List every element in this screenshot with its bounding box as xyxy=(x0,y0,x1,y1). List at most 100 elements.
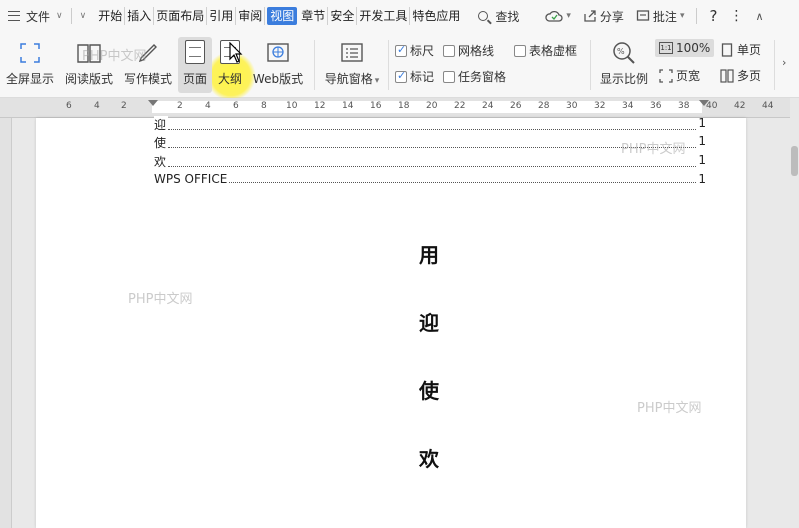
tab-chapter[interactable]: 章节 xyxy=(299,7,329,25)
ruler-tick: 22 xyxy=(454,101,466,111)
search-label: 查找 xyxy=(495,9,520,24)
body-character: 欢 xyxy=(419,447,439,471)
search-button[interactable]: 查找 xyxy=(478,8,519,25)
body-character: 使 xyxy=(419,379,439,403)
task-pane-checkbox[interactable]: 任务窗格 xyxy=(443,68,506,85)
vertical-ruler[interactable] xyxy=(0,118,12,528)
page-width-icon xyxy=(659,68,673,83)
toc-leader xyxy=(229,172,697,183)
toc-leader xyxy=(168,153,697,167)
checkbox-checked xyxy=(395,43,407,57)
single-page-button[interactable]: 单页 xyxy=(720,41,761,58)
zoom-100-label: 100% xyxy=(676,41,711,55)
ruler-tick: 28 xyxy=(538,101,550,111)
page-icon xyxy=(182,40,208,66)
share-icon xyxy=(584,10,596,22)
marks-label: 标记 xyxy=(410,70,435,84)
toc-leader xyxy=(168,116,697,130)
tab-developer[interactable]: 开发工具 xyxy=(357,7,411,25)
zoom-100-button[interactable]: 1:1 100% xyxy=(655,39,715,57)
single-page-icon xyxy=(721,42,733,57)
single-page-label: 单页 xyxy=(737,43,762,57)
right-indent-marker[interactable] xyxy=(699,100,709,106)
checkbox-checked xyxy=(395,69,407,83)
tab-view[interactable]: 视图 xyxy=(267,7,298,25)
ruler-checkbox[interactable]: 标尺 xyxy=(395,42,434,59)
web-layout-button[interactable]: Web版式 xyxy=(250,40,306,87)
quick-access-chevron-icon[interactable]: ∨ xyxy=(80,11,87,21)
fullscreen-button[interactable]: 全屏显示 xyxy=(4,40,56,87)
table-gridlines-checkbox[interactable]: 表格虚框 xyxy=(514,42,577,59)
tab-security[interactable]: 安全 xyxy=(328,7,358,25)
ruler-tick: 42 xyxy=(734,101,746,111)
ribbon-view: 全屏显示 阅读版式 写作模式 页面 大纲 Web版式 导航窗格 ▾ ✓ 标尺 网… xyxy=(0,32,799,100)
vertical-scrollbar[interactable] xyxy=(790,98,799,528)
gridlines-checkbox[interactable]: 网格线 xyxy=(443,42,494,59)
left-indent-marker[interactable] xyxy=(148,100,158,106)
comment-button[interactable]: 批注 ▾ xyxy=(636,8,685,25)
ruler-tick: 8 xyxy=(261,101,267,111)
zoom-ratio-label: 显示比例 xyxy=(599,72,648,86)
outline-label: 大纲 xyxy=(217,72,242,86)
nav-pane-icon xyxy=(339,40,365,66)
document-page[interactable]: 迎 1 使 1 欢 1 WPS OFFICE 1 用 迎 使 欢 xyxy=(36,116,746,528)
fullscreen-icon xyxy=(17,40,43,66)
tab-references[interactable]: 引用 xyxy=(207,7,237,25)
marks-checkbox[interactable]: 标记 xyxy=(395,68,434,85)
zoom-ratio-button[interactable]: % 显示比例 xyxy=(596,40,652,87)
page-layout-button[interactable]: 页面 xyxy=(178,37,212,93)
toc-entry-text: 使 xyxy=(154,134,169,151)
ruler-tick: 10 xyxy=(286,101,298,111)
ruler-tick: 4 xyxy=(94,101,100,111)
ruler-label: 标尺 xyxy=(410,44,435,58)
tab-page-layout[interactable]: 页面布局 xyxy=(154,7,208,25)
multi-page-button[interactable]: 多页 xyxy=(720,67,761,84)
tab-insert[interactable]: 插入 xyxy=(125,7,155,25)
tab-special-apps[interactable]: 特色应用 xyxy=(410,7,462,25)
ruler-tick: 12 xyxy=(314,101,326,111)
ruler-tick: 26 xyxy=(510,101,522,111)
comment-label: 批注 xyxy=(652,9,677,24)
comment-icon xyxy=(636,10,650,21)
watermark: PHP中文网 xyxy=(621,142,686,157)
watermark: PHP中文网 xyxy=(637,401,702,416)
file-menu[interactable]: 文件 ∨ xyxy=(0,0,63,32)
watermark: PHP中文网 xyxy=(128,292,193,307)
page-layout-label: 页面 xyxy=(182,72,207,86)
nav-pane-label: 导航窗格 xyxy=(324,72,373,86)
ruler-tick: 24 xyxy=(482,101,494,111)
divider xyxy=(70,8,72,24)
toc-entry[interactable]: 迎 1 xyxy=(154,116,706,133)
ruler-tick: 32 xyxy=(594,101,606,111)
toc-entry-text: 迎 xyxy=(154,116,169,133)
cloud-sync-button[interactable]: ▾ xyxy=(545,9,571,23)
more-button[interactable]: ⋮ xyxy=(729,8,743,24)
ruler-tick: 4 xyxy=(205,101,211,111)
ruler-tick: 44 xyxy=(762,101,774,111)
ruler-tick: 18 xyxy=(398,101,410,111)
share-label: 分享 xyxy=(599,9,624,24)
horizontal-ruler[interactable]: 6 4 2 2 4 6 8 10 12 14 16 18 20 22 24 26… xyxy=(0,98,790,118)
collapse-ribbon-icon[interactable]: ∧ xyxy=(755,10,763,23)
scrollbar-thumb[interactable] xyxy=(791,146,798,176)
tab-start[interactable]: 开始 xyxy=(96,7,126,25)
search-icon xyxy=(478,11,489,21)
toc-entry-text: 欢 xyxy=(154,153,169,170)
share-button[interactable]: 分享 xyxy=(583,8,624,25)
page-width-button[interactable]: 页宽 xyxy=(659,67,700,84)
divider xyxy=(696,8,698,24)
help-button[interactable]: ? xyxy=(709,7,717,25)
ribbon-scroll-right-icon[interactable]: › xyxy=(782,56,786,69)
body-character: 用 xyxy=(419,243,439,267)
toc-leader xyxy=(168,134,697,148)
chevron-down-icon: ▾ xyxy=(679,11,685,21)
ruler-tick: 20 xyxy=(426,101,438,111)
divider xyxy=(388,40,389,90)
toc-page-number: 1 xyxy=(698,172,706,186)
chevron-down-icon: ∨ xyxy=(56,11,63,21)
divider xyxy=(314,40,315,90)
ruler-tick: 16 xyxy=(370,101,382,111)
toc-entry[interactable]: WPS OFFICE 1 xyxy=(154,172,706,186)
tab-review[interactable]: 审阅 xyxy=(236,7,266,25)
nav-pane-button[interactable]: 导航窗格 ▾ xyxy=(322,40,382,87)
